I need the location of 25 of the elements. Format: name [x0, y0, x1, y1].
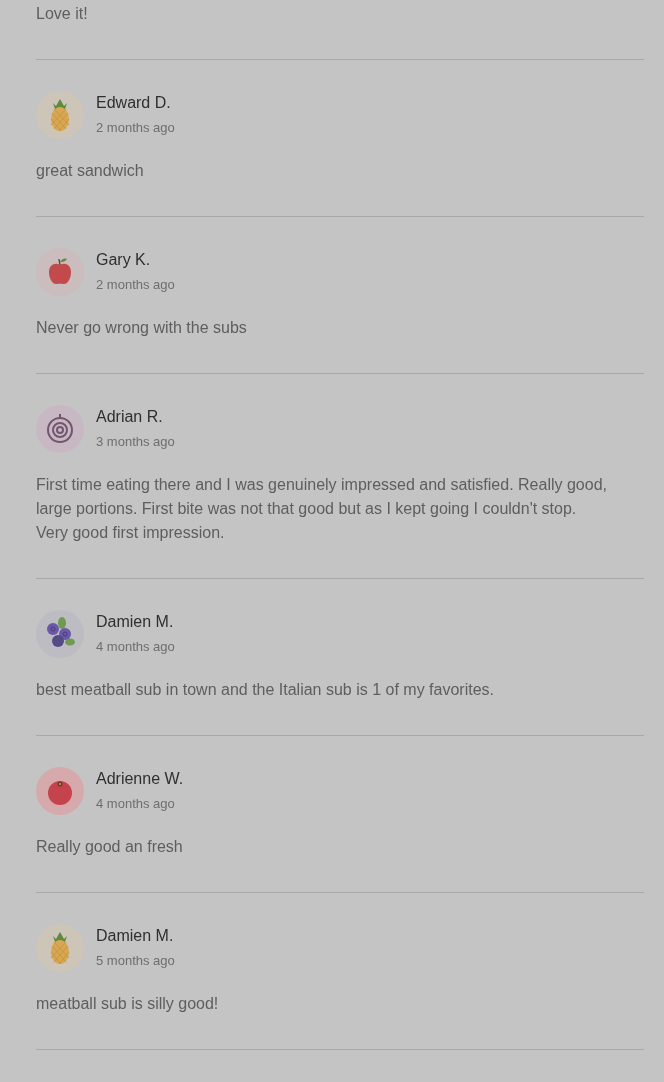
review-text: Really good an fresh: [36, 837, 184, 857]
reviewer-name: Gary K.: [96, 250, 152, 270]
review-text: First time eating there and I was genuinely impressed and satisfied. Really good, large portions. First bite was not that good but as I kept going I couldn't stop. Very good first impression.: [36, 475, 608, 543]
reviewer-name: Edward D.: [96, 93, 172, 113]
review-text: best meatball sub in town and the Italian sub is 1 of my favorites.: [36, 680, 496, 700]
review-time: 4 months ago: [96, 795, 176, 813]
reviewer-name: Damien M.: [96, 612, 175, 632]
review-text: great sandwich: [36, 161, 145, 181]
pineapple-avatar-icon: [36, 924, 84, 972]
blueberries-avatar-icon: [36, 610, 84, 658]
reviewer-name: Adrienne W.: [96, 769, 184, 789]
onion-avatar-icon: [36, 405, 84, 453]
review-text: Love it!: [36, 4, 89, 24]
reviewer-name: Damien M.: [96, 926, 175, 946]
apple-avatar-icon: [36, 248, 84, 296]
review-time: 3 months ago: [96, 433, 175, 451]
review-text: meatball sub is silly good!: [36, 994, 220, 1014]
reviewer-name: Adrian R.: [96, 407, 164, 427]
review-time: 5 months ago: [96, 952, 175, 970]
review-time: 4 months ago: [96, 638, 175, 656]
review-time: 2 months ago: [96, 276, 175, 294]
pineapple-avatar-icon: [36, 91, 84, 139]
review-text: Never go wrong with the subs: [36, 318, 248, 338]
berry-avatar-icon: [36, 767, 84, 815]
review-time: 2 months ago: [96, 119, 175, 137]
